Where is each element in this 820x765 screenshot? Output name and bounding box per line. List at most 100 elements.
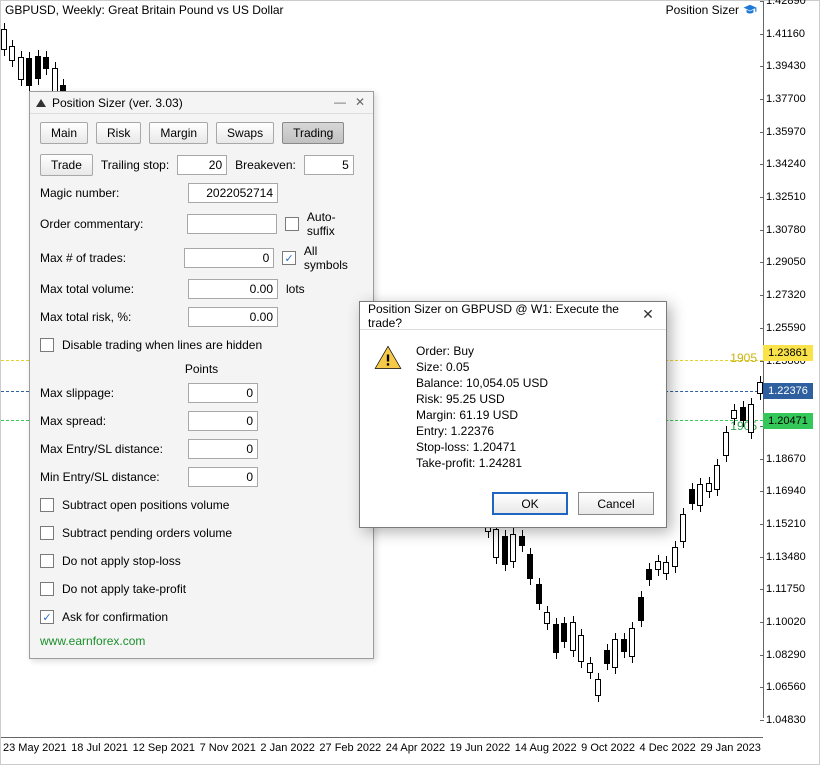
x-tick-label: 29 Jan 2023 [700, 742, 761, 754]
magic-number-label: Magic number: [40, 186, 180, 200]
max-risk-input[interactable] [188, 307, 278, 327]
graduation-cap-icon [743, 3, 757, 17]
x-tick-label: 9 Oct 2022 [581, 742, 635, 754]
y-tick-label: 1.34240 [766, 158, 806, 170]
all-symbols-checkbox[interactable]: ✓ [282, 251, 296, 265]
ask-confirmation-label: Ask for confirmation [62, 610, 168, 624]
no-takeprofit-checkbox[interactable] [40, 582, 54, 596]
no-stoploss-label: Do not apply stop-loss [62, 554, 181, 568]
y-tick-label: 1.39430 [766, 60, 806, 72]
y-tick-label: 1.25590 [766, 322, 806, 334]
subtract-open-label: Subtract open positions volume [62, 498, 229, 512]
trailing-stop-label: Trailing stop: [101, 158, 169, 172]
y-tick-label: 1.08290 [766, 649, 806, 661]
max-volume-label: Max total volume: [40, 282, 180, 296]
max-spread-input[interactable] [188, 411, 258, 431]
lots-label: lots [286, 282, 305, 296]
max-trades-input[interactable] [184, 248, 274, 268]
panel-titlebar[interactable]: Position Sizer (ver. 3.03) — ✕ [30, 92, 373, 114]
dialog-line-sl: Stop-loss: 1.20471 [416, 440, 548, 454]
x-tick-label: 18 Jul 2021 [71, 742, 128, 754]
subtract-open-checkbox[interactable] [40, 498, 54, 512]
y-tick-label: 1.41160 [766, 28, 805, 40]
autosuffix-label: Auto-suffix [307, 210, 363, 238]
trade-button[interactable]: Trade [40, 154, 93, 176]
breakeven-label: Breakeven: [235, 158, 296, 172]
dialog-text: Order: Buy Size: 0.05 Balance: 10,054.05… [416, 344, 548, 472]
dialog-line-risk: Risk: 95.25 USD [416, 392, 548, 406]
panel-title: Position Sizer (ver. 3.03) [52, 96, 327, 110]
x-tick-label: 7 Nov 2021 [200, 742, 256, 754]
x-tick-label: 12 Sep 2021 [133, 742, 195, 754]
dialog-line-size: Size: 0.05 [416, 360, 548, 374]
x-tick-label: 19 Jun 2022 [450, 742, 511, 754]
no-stoploss-checkbox[interactable] [40, 554, 54, 568]
chart-title: GBPUSD, Weekly: Great Britain Pound vs U… [5, 3, 284, 17]
y-tick-label: 1.15210 [766, 518, 806, 530]
dialog-title: Position Sizer on GBPUSD @ W1: Execute t… [368, 302, 638, 330]
y-tick-label: 1.13480 [766, 551, 806, 563]
dialog-line-balance: Balance: 10,054.05 USD [416, 376, 548, 390]
x-tick-label: 2 Jan 2022 [260, 742, 314, 754]
x-axis [1, 737, 763, 738]
dialog-titlebar[interactable]: Position Sizer on GBPUSD @ W1: Execute t… [360, 302, 666, 330]
magic-number-input[interactable] [188, 183, 278, 203]
indicator-label: Position Sizer [666, 3, 739, 17]
max-volume-input[interactable] [188, 279, 278, 299]
x-tick-label: 23 May 2021 [3, 742, 67, 754]
y-tick-label: 1.32510 [766, 191, 806, 203]
ok-button[interactable]: OK [492, 492, 568, 515]
x-tick-label: 24 Apr 2022 [386, 742, 445, 754]
tab-trading[interactable]: Trading [282, 122, 344, 144]
tab-margin[interactable]: Margin [149, 122, 208, 144]
points-header: Points [40, 362, 363, 376]
subtract-pending-checkbox[interactable] [40, 526, 54, 540]
dialog-close-icon[interactable]: ✕ [638, 306, 658, 326]
max-entry-sl-input[interactable] [188, 439, 258, 459]
price-tag-sl: 1.20471 [763, 413, 813, 429]
tab-main[interactable]: Main [40, 122, 88, 144]
autosuffix-checkbox[interactable] [285, 217, 299, 231]
x-axis-labels: 23 May 2021 18 Jul 2021 12 Sep 2021 7 Nov 2… [1, 742, 763, 754]
subtract-pending-label: Subtract pending orders volume [62, 526, 232, 540]
max-slippage-input[interactable] [188, 383, 258, 403]
trailing-stop-input[interactable] [177, 155, 227, 175]
confirm-dialog: Position Sizer on GBPUSD @ W1: Execute t… [359, 301, 667, 528]
tab-risk[interactable]: Risk [96, 122, 141, 144]
order-commentary-input[interactable] [187, 214, 277, 234]
max-spread-label: Max spread: [40, 414, 180, 428]
collapse-icon[interactable] [36, 99, 46, 107]
dialog-line-margin: Margin: 61.19 USD [416, 408, 548, 422]
y-tick-label: 1.11750 [766, 583, 805, 595]
dialog-line-tp: Take-profit: 1.24281 [416, 456, 548, 470]
order-commentary-label: Order commentary: [40, 217, 179, 231]
disable-trading-label: Disable trading when lines are hidden [62, 338, 262, 352]
y-tick-label: 1.42890 [766, 0, 806, 7]
disable-trading-checkbox[interactable] [40, 338, 54, 352]
website-link[interactable]: www.earnforex.com [40, 634, 363, 648]
max-entry-sl-label: Max Entry/SL distance: [40, 442, 180, 456]
minimize-icon[interactable]: — [333, 96, 347, 110]
y-tick-label: 1.10020 [766, 616, 806, 628]
ask-confirmation-checkbox[interactable]: ✓ [40, 610, 54, 624]
max-trades-label: Max # of trades: [40, 251, 176, 265]
y-tick-label: 1.04830 [766, 714, 806, 726]
close-icon[interactable]: ✕ [353, 96, 367, 110]
all-symbols-label: All symbols [304, 244, 363, 272]
y-tick-label: 1.16940 [766, 485, 806, 497]
y-tick-label: 1.30780 [766, 224, 806, 236]
dialog-line-entry: Entry: 1.22376 [416, 424, 548, 438]
max-slippage-label: Max slippage: [40, 386, 180, 400]
cancel-button[interactable]: Cancel [578, 492, 654, 515]
x-tick-label: 4 Dec 2022 [640, 742, 696, 754]
position-sizer-panel: Position Sizer (ver. 3.03) — ✕ Main Risk… [29, 91, 374, 659]
y-tick-label: 1.29050 [766, 256, 806, 268]
price-tag-entry: 1.22376 [763, 383, 813, 399]
min-entry-sl-input[interactable] [188, 467, 258, 487]
no-takeprofit-label: Do not apply take-profit [62, 582, 186, 596]
breakeven-input[interactable] [304, 155, 354, 175]
x-tick-label: 27 Feb 2022 [319, 742, 381, 754]
tab-swaps[interactable]: Swaps [216, 122, 274, 144]
tab-bar: Main Risk Margin Swaps Trading [40, 122, 363, 144]
y-tick-label: 1.35970 [766, 126, 806, 138]
